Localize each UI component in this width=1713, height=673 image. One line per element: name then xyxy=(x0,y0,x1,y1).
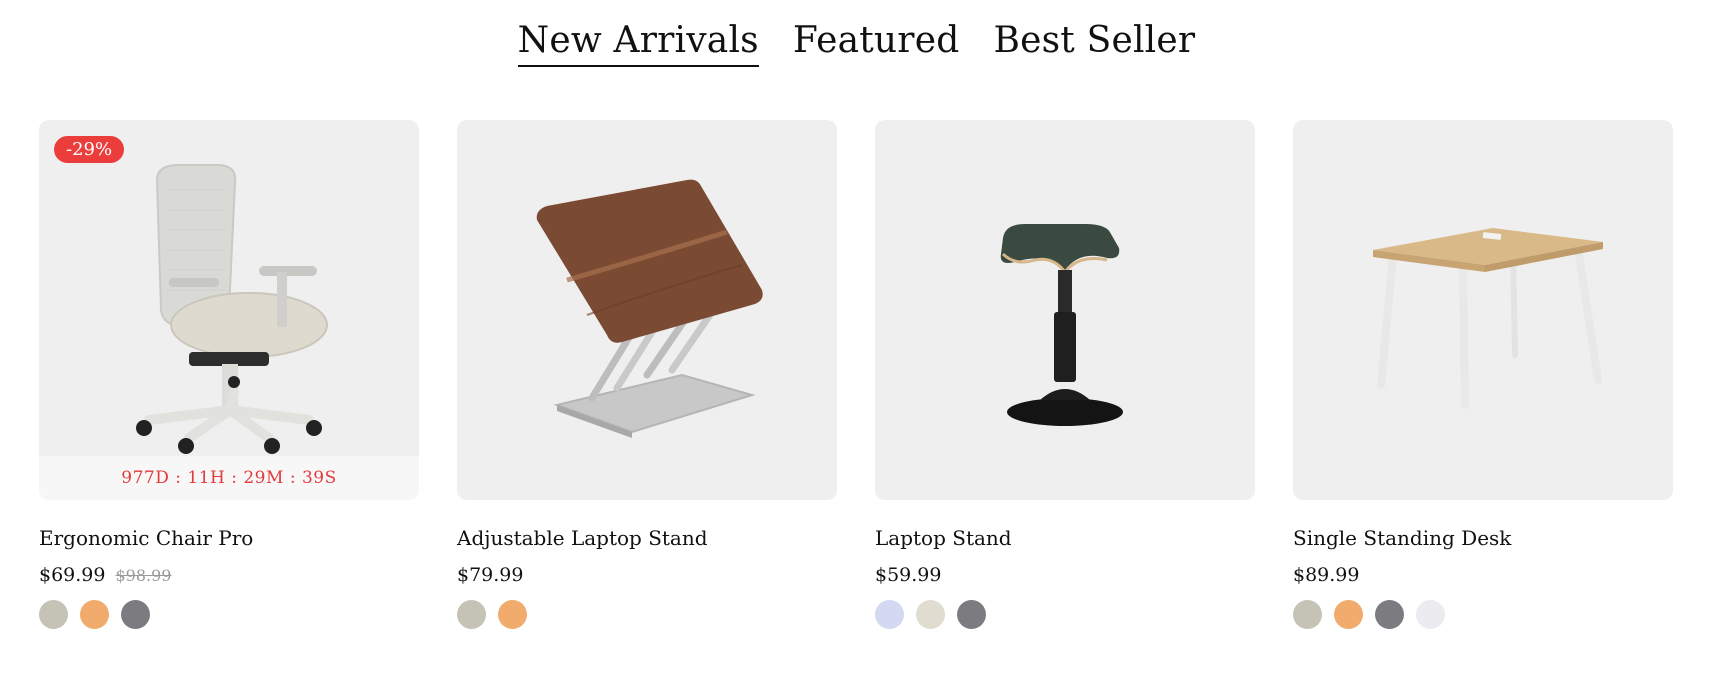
standing-desk-icon xyxy=(1373,228,1603,409)
product-title[interactable]: Adjustable Laptop Stand xyxy=(457,526,837,550)
color-swatch[interactable] xyxy=(498,600,527,629)
color-swatches xyxy=(457,600,837,629)
product-title[interactable]: Single Standing Desk xyxy=(1293,526,1673,550)
product-prices: $89.99 xyxy=(1293,564,1673,586)
color-swatches xyxy=(875,600,1255,629)
sale-countdown: 977D : 11H : 29M : 39S xyxy=(39,456,419,500)
color-swatch[interactable] xyxy=(1334,600,1363,629)
product-grid: -29% 977D : 11H : 29M : 39S Ergonomic Ch… xyxy=(39,120,1673,629)
product-image[interactable]: -29% 977D : 11H : 29M : 39S xyxy=(39,120,419,500)
balance-stool-icon xyxy=(1000,224,1123,426)
product-image[interactable] xyxy=(1293,120,1673,500)
product-image[interactable] xyxy=(457,120,837,500)
color-swatch[interactable] xyxy=(1375,600,1404,629)
color-swatch[interactable] xyxy=(957,600,986,629)
product-prices: $79.99 xyxy=(457,564,837,586)
color-swatch[interactable] xyxy=(80,600,109,629)
product-price: $89.99 xyxy=(1293,564,1360,586)
color-swatch[interactable] xyxy=(916,600,945,629)
office-chair-icon xyxy=(136,164,328,454)
color-swatch[interactable] xyxy=(1293,600,1322,629)
color-swatch[interactable] xyxy=(875,600,904,629)
product-price: $69.99 xyxy=(39,564,106,586)
tab-best-seller[interactable]: Best Seller xyxy=(993,20,1195,67)
color-swatch[interactable] xyxy=(1416,600,1445,629)
product-price: $59.99 xyxy=(875,564,942,586)
product-title[interactable]: Laptop Stand xyxy=(875,526,1255,550)
product-card[interactable]: Adjustable Laptop Stand $79.99 xyxy=(457,120,837,629)
color-swatch[interactable] xyxy=(457,600,486,629)
tab-featured[interactable]: Featured xyxy=(793,20,960,67)
original-price: $98.99 xyxy=(115,566,172,585)
product-image[interactable] xyxy=(875,120,1255,500)
product-card[interactable]: Laptop Stand $59.99 xyxy=(875,120,1255,629)
product-tabs: New Arrivals Featured Best Seller xyxy=(0,20,1713,67)
color-swatches xyxy=(39,600,419,629)
tab-new-arrivals[interactable]: New Arrivals xyxy=(517,20,759,67)
product-prices: $59.99 xyxy=(875,564,1255,586)
laptop-stand-icon xyxy=(536,179,763,438)
color-swatches xyxy=(1293,600,1673,629)
color-swatch[interactable] xyxy=(121,600,150,629)
product-card[interactable]: -29% 977D : 11H : 29M : 39S Ergonomic Ch… xyxy=(39,120,419,629)
product-title[interactable]: Ergonomic Chair Pro xyxy=(39,526,419,550)
color-swatch[interactable] xyxy=(39,600,68,629)
product-prices: $69.99 $98.99 xyxy=(39,564,419,586)
discount-badge: -29% xyxy=(54,136,125,163)
product-card[interactable]: Single Standing Desk $89.99 xyxy=(1293,120,1673,629)
product-price: $79.99 xyxy=(457,564,524,586)
